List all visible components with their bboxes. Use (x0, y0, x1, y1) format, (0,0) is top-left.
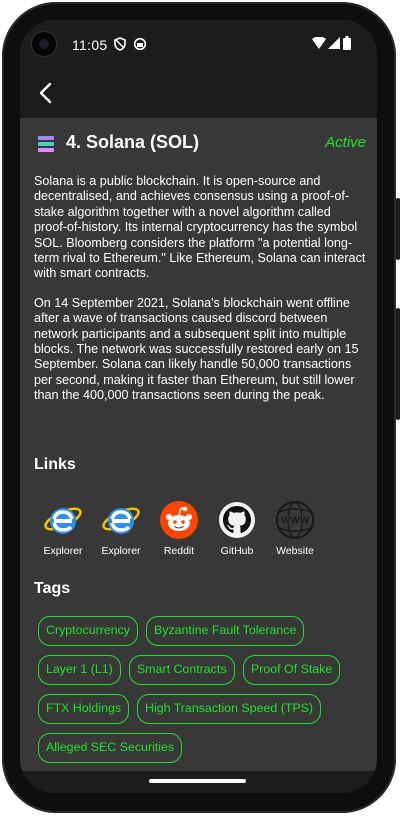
link-reddit[interactable]: Reddit (150, 500, 208, 558)
title-row: 4. Solana (SOL) Active (38, 132, 366, 158)
internet-explorer-icon (102, 507, 140, 534)
github-icon (219, 502, 255, 538)
gesture-nav-bar (20, 771, 377, 793)
chevron-left-icon (39, 82, 52, 104)
tag-chip[interactable]: FTX Holdings (38, 694, 130, 724)
link-label: Website (276, 545, 314, 557)
tag-chip[interactable]: Cryptocurrency (38, 616, 139, 646)
link-website[interactable]: WWW Website (266, 500, 324, 558)
www-globe-icon: WWW (275, 500, 315, 540)
links-heading: Links (34, 456, 76, 473)
power-button (396, 198, 400, 260)
data-saver-icon (133, 37, 147, 51)
signal-icon (328, 37, 340, 49)
battery-icon (343, 36, 351, 50)
tag-chip[interactable]: Proof Of Stake (243, 655, 341, 685)
tag-chip[interactable]: Byzantine Fault Tolerance (146, 616, 305, 646)
status-time: 11:05 (72, 37, 108, 53)
front-camera (32, 32, 56, 56)
solana-logo-icon (38, 136, 54, 152)
reddit-icon (160, 501, 198, 539)
back-button[interactable] (34, 78, 62, 108)
links-row: Explorer Explorer Reddit GitHub WWW Webs… (34, 500, 364, 560)
tag-chip[interactable]: Layer 1 (L1) (38, 655, 121, 685)
link-label: Reddit (163, 545, 195, 557)
description-paragraph: Solana is a public blockchain. It is ope… (34, 174, 366, 281)
internet-explorer-icon (44, 507, 82, 534)
volume-button (396, 308, 400, 420)
tag-chip[interactable]: Smart Contracts (129, 655, 235, 685)
phone-device: 11:05 4. Solana (SOL) Active Solana is a… (0, 0, 400, 817)
link-label: Explorer (43, 545, 83, 557)
svg-text:WWW: WWW (281, 516, 310, 527)
coin-title: 4. Solana (SOL) (66, 132, 200, 152)
description-paragraph: On 14 September 2021, Solana's blockchai… (34, 295, 359, 403)
coin-description: Solana is a public blockchain. It is ope… (34, 174, 366, 418)
link-explorer-1[interactable]: Explorer (34, 500, 92, 558)
screen: 11:05 4. Solana (SOL) Active Solana is a… (20, 20, 377, 793)
tag-chip[interactable]: Alleged SEC Securities (38, 733, 183, 763)
link-label: Explorer (101, 545, 141, 557)
tag-chip[interactable]: High Transaction Speed (TPS) (137, 694, 322, 724)
status-bar: 11:05 (20, 20, 377, 70)
link-github[interactable]: GitHub (208, 500, 266, 558)
home-indicator[interactable] (149, 779, 246, 783)
link-label: GitHub (220, 545, 254, 557)
status-badge: Active (325, 134, 366, 151)
link-explorer-2[interactable]: Explorer (92, 500, 150, 558)
app-bar (20, 70, 377, 118)
tags-heading: Tags (34, 580, 71, 597)
wifi-icon (312, 37, 326, 49)
coin-detail: 4. Solana (SOL) Active Solana is a publi… (20, 118, 377, 771)
vpn-shield-icon (114, 37, 126, 51)
